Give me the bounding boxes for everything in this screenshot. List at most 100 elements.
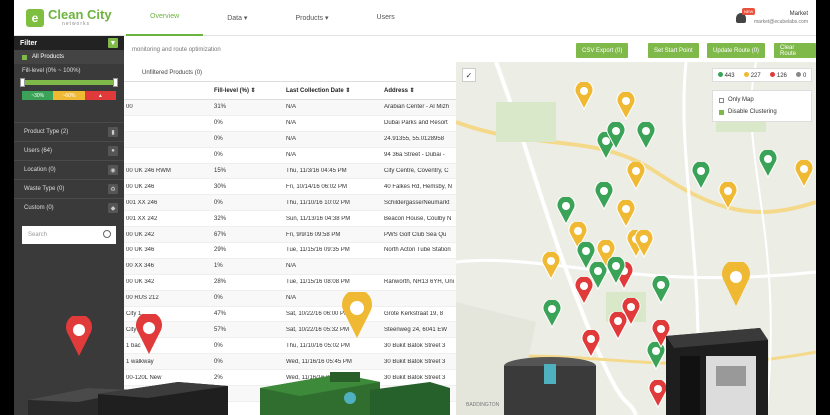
yellow-map-pin-icon[interactable] xyxy=(626,162,646,190)
user-menu[interactable]: NEW Market market@ecubelabs.com xyxy=(736,7,808,26)
all-products-label: All Products xyxy=(32,54,65,60)
filter-title: Filter xyxy=(20,39,38,47)
pin-icon: ◉ xyxy=(108,165,118,175)
yellow-map-pin-icon[interactable] xyxy=(616,92,636,120)
table-row[interactable]: 00 UK 346 29% Tue, 11/15/16 09:35 PM North … xyxy=(124,243,456,259)
table-row[interactable]: 00 UK 246 RWM 15% Thu, 11/3/16 04:45 PM Cit… xyxy=(124,163,456,180)
red-map-pin-icon[interactable] xyxy=(574,277,594,305)
legend-mid: ~60% xyxy=(53,91,85,100)
filter-location[interactable]: Location (0) ◉ xyxy=(14,160,124,179)
red-location-pin-icon xyxy=(66,316,92,356)
fill-level-slider[interactable] xyxy=(20,78,118,87)
filter-users[interactable]: Users (64) ● xyxy=(14,141,124,160)
brand-name: Clean City xyxy=(48,6,112,22)
table-cell: 00 UK 342 xyxy=(126,279,155,286)
table-cell: 00 UK 346 xyxy=(126,247,155,254)
yellow-map-pin-icon[interactable] xyxy=(574,82,594,110)
tab-unfiltered[interactable]: Unfiltered Products (0) xyxy=(130,70,215,81)
search-icon[interactable] xyxy=(103,230,111,238)
all-products-toggle[interactable]: All Products xyxy=(14,50,124,64)
yellow-map-pin-icon[interactable] xyxy=(718,182,738,210)
funnel-icon[interactable]: ▼ xyxy=(108,38,118,48)
table-cell: N/A xyxy=(286,152,297,159)
table-row[interactable]: City 1 57% Sat, 10/22/16 05:32 PM Steenweg … xyxy=(124,322,456,339)
col-last-collection[interactable]: Last Collection Date ⇕ xyxy=(286,87,384,94)
csv-export-button[interactable]: CSV Export (0) xyxy=(576,43,629,58)
table-header: Fill-level (%) ⇕ Last Collection Date ⇕ … xyxy=(124,82,456,100)
brand-logo[interactable]: e Clean City networks xyxy=(26,6,126,27)
yellow-map-pin-icon[interactable] xyxy=(794,160,814,188)
green-map-pin-icon[interactable] xyxy=(691,162,711,190)
table-row[interactable]: 0% N/A 24.91355, 55.0128958 xyxy=(124,131,456,148)
filter-waste-type[interactable]: Waste Type (0) ♻ xyxy=(14,179,124,198)
yellow-map-pin-icon[interactable] xyxy=(616,200,636,228)
bell-icon[interactable]: NEW xyxy=(736,7,756,23)
table-row[interactable]: 001 XX 242 32% Sun, 11/13/16 04:38 PM Beaco… xyxy=(124,211,456,228)
table-cell: 30 Bukit Batok Street 3 xyxy=(384,358,446,365)
table-cell: Thu, 11/10/16 10:02 PM xyxy=(286,199,350,206)
green-map-pin-icon[interactable] xyxy=(651,276,671,304)
green-map-pin-icon[interactable] xyxy=(636,122,656,150)
table-row[interactable]: 00 31% N/A Arabian Center - Al Mizh xyxy=(124,100,456,116)
search-input[interactable]: Search xyxy=(22,226,116,244)
table-row[interactable]: 0% N/A Dubai Parks and Resort xyxy=(124,116,456,132)
green-map-pin-icon[interactable] xyxy=(606,257,626,285)
green-map-pin-icon[interactable] xyxy=(556,197,576,225)
green-map-pin-icon[interactable] xyxy=(594,182,614,210)
table-cell: 0% xyxy=(214,358,223,365)
update-route-button[interactable]: Update Route (0) xyxy=(707,43,766,58)
clear-route-button[interactable]: Clear Route xyxy=(774,43,816,58)
set-start-point-button[interactable]: Set Start Point xyxy=(648,43,699,58)
table-cell: N/A xyxy=(286,136,297,143)
table-cell: 00 UK 246 xyxy=(126,183,155,190)
table-cell: Thu, 11/3/16 04:45 PM xyxy=(286,168,347,174)
checkbox-icon xyxy=(719,97,724,103)
table-row[interactable]: 0% N/A 94 36a Street - Dubai - xyxy=(124,148,456,164)
red-map-pin-icon[interactable] xyxy=(581,330,601,358)
table-row[interactable]: 00 UK 342 28% Tue, 11/15/16 08:08 PM Ranwor… xyxy=(124,275,456,291)
red-map-pin-icon[interactable] xyxy=(621,298,641,326)
filter-custom[interactable]: Custom (0) ◆ xyxy=(14,198,124,217)
count-red: 126 xyxy=(769,71,787,79)
slider-min-handle[interactable] xyxy=(20,78,25,87)
table-row[interactable]: 00 RUS 212 0% N/A xyxy=(124,290,456,307)
disable-clustering-option[interactable]: Disable Clustering xyxy=(719,106,805,118)
table-row[interactable]: 1 bac 0% Thu, 11/10/16 05:02 PM 30 Bukit Ba… xyxy=(124,338,456,355)
map-select-tool[interactable]: ✓ xyxy=(462,68,476,82)
yellow-map-pin-icon[interactable] xyxy=(541,252,561,280)
table-row[interactable]: 00 XX 346 1% N/A xyxy=(124,258,456,275)
only-map-option[interactable]: Only Map xyxy=(719,94,805,106)
nav-overview[interactable]: Overview xyxy=(126,0,204,36)
table-row[interactable]: 001 XX 246 0% Thu, 11/10/16 10:02 PM Schild… xyxy=(124,195,456,212)
user-email: market@ecubelabs.com xyxy=(754,18,808,25)
filter-product-type[interactable]: Product Type (2) ▮ xyxy=(14,122,124,141)
slider-max-handle[interactable] xyxy=(113,78,118,87)
table-cell: 47% xyxy=(214,311,227,318)
green-map-pin-icon[interactable] xyxy=(758,150,778,178)
yellow-map-pin-icon[interactable] xyxy=(634,230,654,258)
table-cell: 0% xyxy=(214,199,223,206)
col-address[interactable]: Address ⇕ xyxy=(384,87,456,94)
left-frame xyxy=(0,0,14,415)
table-cell: 0% xyxy=(214,152,223,159)
map-place-label: BADDINGTON xyxy=(466,402,500,408)
table-cell: Fri, 10/14/16 06:02 PM xyxy=(286,183,348,190)
app-window: e Clean City networks Overview Data ▾ Pr… xyxy=(0,0,830,415)
nav-data[interactable]: Data ▾ xyxy=(203,0,271,36)
table-cell: 00 RUS 212 xyxy=(126,295,159,302)
table-row[interactable]: 00 UK 246 30% Fri, 10/14/16 06:02 PM 40 Fal… xyxy=(124,179,456,196)
green-map-pin-icon[interactable] xyxy=(542,300,562,328)
count-green: 443 xyxy=(717,71,735,79)
table-cell: Arabian Center - Al Mizh xyxy=(384,104,450,111)
table-row[interactable]: 00 UK 242 67% Fri, 9/9/16 09:58 PM PWS Golf… xyxy=(124,227,456,244)
table-tabs: Unfiltered Products (0) xyxy=(124,62,456,82)
table-cell: 15% xyxy=(214,168,227,174)
yellow-location-pin-icon xyxy=(342,292,372,338)
filter-panel: Filter ▼ All Products Fill-level (0% ~ 1… xyxy=(14,36,124,415)
nav-products[interactable]: Products ▾ xyxy=(271,0,352,36)
nav-users[interactable]: Users xyxy=(353,0,419,36)
col-fill-level[interactable]: Fill-level (%) ⇕ xyxy=(214,87,286,94)
table-row[interactable]: City 1 47% Sat, 10/22/16 06:00 PM Grote Ker… xyxy=(124,307,456,323)
green-map-pin-icon[interactable] xyxy=(606,122,626,150)
right-frame xyxy=(816,0,830,415)
